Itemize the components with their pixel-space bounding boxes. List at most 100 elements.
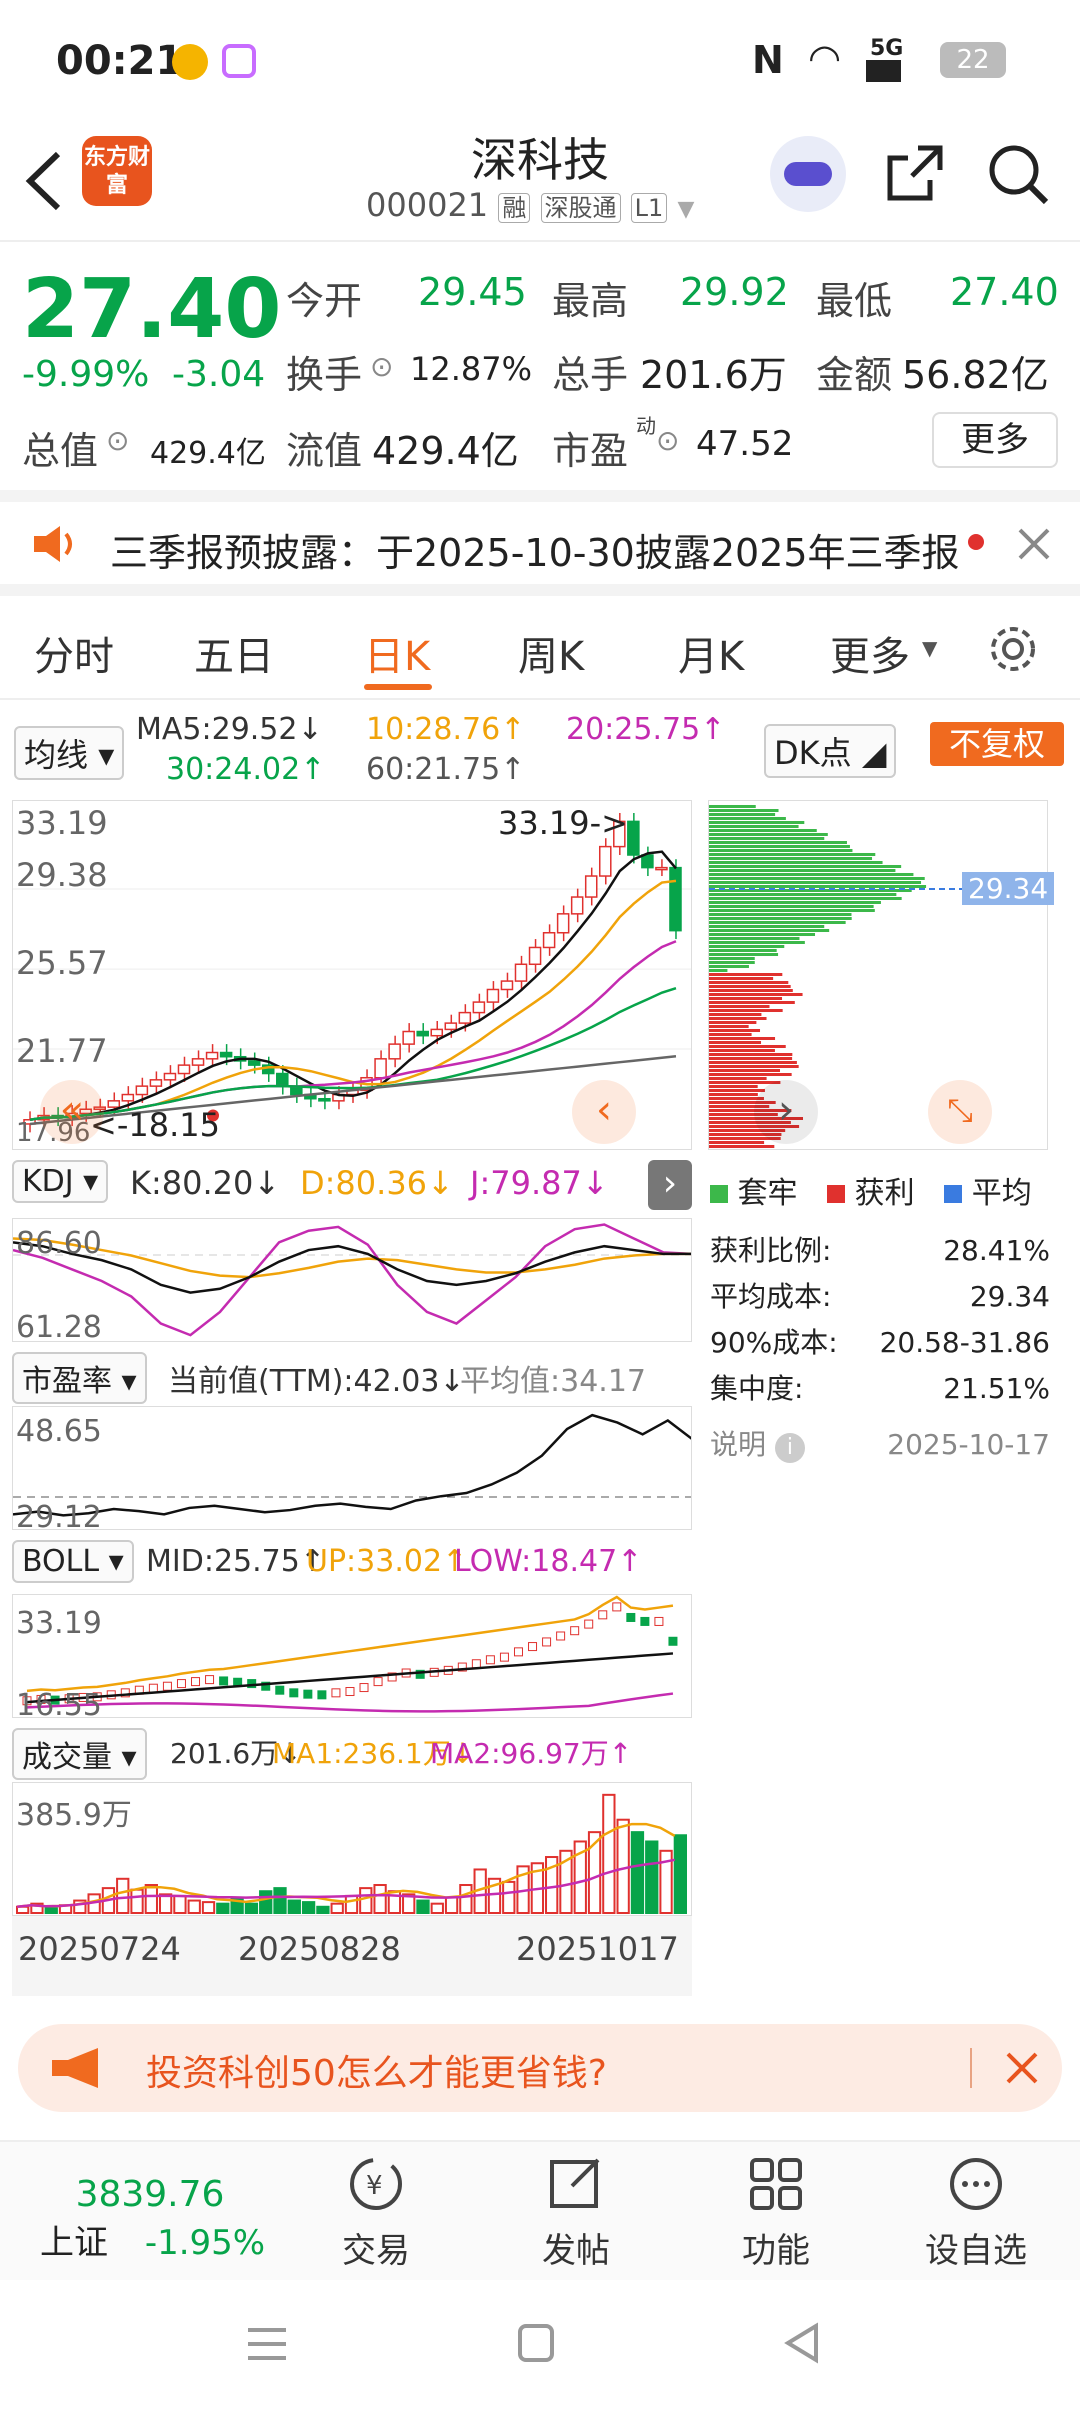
chip-bar <box>709 1069 780 1072</box>
date-label: 20250828 <box>238 1930 401 1968</box>
notice-bar[interactable]: 三季报预披露：于2025-10-30披露2025年三季报 <box>0 490 1080 596</box>
app-header: 东方财富 深科技 000021 融 深股通 L1 ▼ <box>0 120 1080 242</box>
stat-row: 90%成本: 20.58-31.86 <box>710 1326 1050 1359</box>
info-icon[interactable]: ⊙ <box>106 424 129 457</box>
app-icon <box>222 44 256 78</box>
volume-bar <box>459 1884 473 1914</box>
min-price-label: <-18.15 <box>90 1106 220 1144</box>
ma60-value: 60:21.75↑ <box>366 752 526 787</box>
chevron-right-icon[interactable]: › <box>754 1080 818 1144</box>
brand-logo[interactable]: 东方财富 <box>82 136 152 206</box>
y-label: 29.38 <box>16 856 108 894</box>
index-ticker[interactable]: 3839.76 上证 -1.95% <box>40 2152 265 2264</box>
close-icon[interactable] <box>1004 2050 1040 2086</box>
volume-selector[interactable]: 成交量 ▾ <box>12 1728 147 1780</box>
candle <box>584 875 598 898</box>
kdj-chart[interactable] <box>12 1218 692 1342</box>
chip-bar <box>709 845 850 848</box>
candle <box>247 1060 261 1066</box>
candle <box>276 1072 289 1087</box>
chip-bar <box>709 973 783 976</box>
robot-assistant-icon[interactable] <box>770 136 846 212</box>
chip-bar <box>709 981 789 984</box>
scroll-left-fast-icon[interactable]: « <box>40 1080 104 1144</box>
stat-row: 平均成本: 29.34 <box>710 1280 1050 1313</box>
speaker-icon <box>34 526 72 562</box>
more-button[interactable]: 更多 <box>932 412 1058 468</box>
pe-chart[interactable] <box>12 1406 692 1530</box>
ma-selector[interactable]: 均线 ▾ <box>14 726 125 780</box>
candle <box>388 1043 401 1060</box>
candle <box>219 1676 229 1686</box>
tab-monthly-k[interactable]: 月K <box>678 624 744 682</box>
tab-intraday[interactable]: 分时 <box>34 624 114 682</box>
close-icon[interactable] <box>1016 526 1052 562</box>
low-label: 最低 <box>816 279 893 323</box>
volume-bar <box>673 1834 688 1914</box>
candle <box>163 1072 177 1081</box>
menu-icon[interactable] <box>246 2324 288 2364</box>
volume-bar <box>416 1899 430 1915</box>
index-value: 3839.76 <box>75 2174 225 2215</box>
candle <box>402 1030 415 1045</box>
y-label: 385.9万 <box>16 1798 132 1833</box>
candle <box>500 980 514 991</box>
adjust-rights-button[interactable]: 不复权 <box>930 722 1064 766</box>
stock-name: 深科技 <box>471 133 609 187</box>
volume-bar <box>116 1877 130 1915</box>
tab-more[interactable]: 更多 <box>830 624 910 682</box>
dk-point-selector[interactable]: DK点 ◢ <box>764 724 897 778</box>
status-bar: 00:21 N ◠ 5G 22 <box>0 0 1080 120</box>
home-icon[interactable] <box>516 2322 556 2364</box>
info-icon[interactable]: i <box>774 1433 805 1463</box>
kdj-selector[interactable]: KDJ ▾ <box>12 1160 109 1203</box>
info-icon[interactable]: ⊙ <box>370 350 393 383</box>
volume-bar <box>130 1888 144 1914</box>
gear-icon[interactable] <box>986 622 1040 676</box>
scroll-left-icon[interactable]: ‹ <box>572 1080 636 1144</box>
back-nav-icon[interactable] <box>782 2322 822 2364</box>
candle <box>318 1097 331 1102</box>
candle <box>275 1685 285 1695</box>
chip-bar <box>709 857 873 860</box>
boll-up: UP:33.02↑ <box>306 1544 468 1579</box>
pe-average: 平均值:34.17 <box>460 1364 646 1399</box>
date-axis: 20250724 20250828 20251017 <box>12 1916 692 1996</box>
chevron-down-icon[interactable]: ▼ <box>677 197 694 222</box>
functions-button[interactable]: 功能 <box>706 2154 846 2272</box>
candle <box>570 896 584 915</box>
post-button[interactable]: 发帖 <box>506 2154 646 2272</box>
expand-icon[interactable]: ⤡ <box>928 1080 992 1144</box>
legend-average: 平均 <box>971 1176 1032 1211</box>
tab-weekly-k[interactable]: 周K <box>518 624 584 682</box>
y-label: 25.57 <box>16 944 108 982</box>
boll-chart[interactable] <box>12 1594 692 1718</box>
high-value: 29.92 <box>680 270 789 314</box>
legend-trapped: 套牢 <box>737 1176 798 1211</box>
svg-text:¥: ¥ <box>366 2171 383 2201</box>
volume-bar <box>259 1890 273 1915</box>
back-icon[interactable] <box>20 148 66 214</box>
pe-value: 47.52 <box>696 424 794 464</box>
panel-toggle-icon[interactable]: › <box>648 1160 692 1210</box>
boll-selector[interactable]: BOLL ▾ <box>12 1540 134 1583</box>
tab-five-day[interactable]: 五日 <box>194 624 274 682</box>
add-watchlist-label: 设自选 <box>925 2231 1027 2271</box>
volume-ma2: MA2:96.97万↑ <box>430 1737 633 1770</box>
candle <box>416 1030 429 1037</box>
chip-bar <box>709 909 875 912</box>
candle <box>176 1679 186 1689</box>
promo-banner[interactable]: 投资科创50怎么才能更省钱? <box>18 2024 1062 2112</box>
trade-button[interactable]: ¥ 交易 <box>306 2154 446 2272</box>
search-icon[interactable] <box>986 142 1050 206</box>
note-link[interactable]: 说明 <box>710 1428 766 1461</box>
battery-icon: 22 <box>940 42 1006 78</box>
stat-row: 集中度: 21.51% <box>710 1372 1050 1405</box>
tab-daily-k[interactable]: 日K <box>364 624 430 682</box>
share-icon[interactable] <box>884 142 946 204</box>
chevron-down-icon[interactable]: ▼ <box>922 636 937 660</box>
info-icon[interactable]: ⊙ <box>656 424 679 457</box>
pe-selector[interactable]: 市盈率 ▾ <box>12 1352 147 1404</box>
chip-bar <box>709 977 774 980</box>
add-watchlist-button[interactable]: 设自选 <box>906 2154 1046 2272</box>
